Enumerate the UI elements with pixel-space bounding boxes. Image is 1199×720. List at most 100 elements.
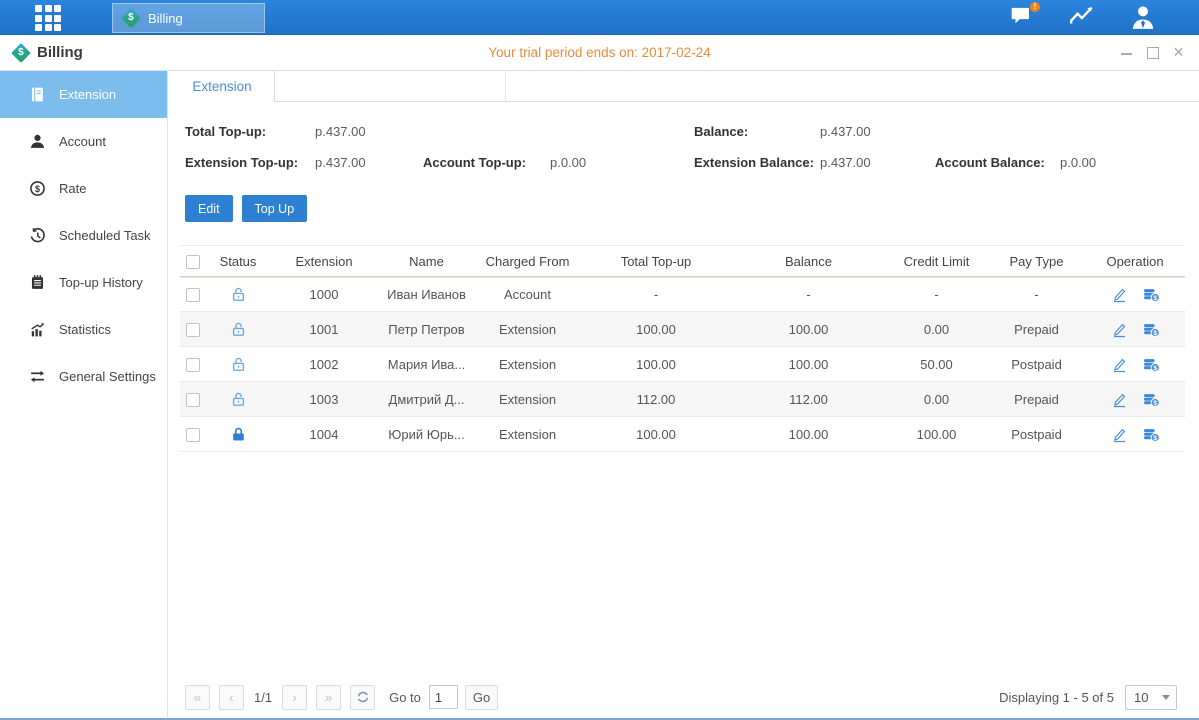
dollar-circle-icon: $ (29, 180, 46, 197)
minimize-button[interactable] (1120, 46, 1133, 59)
cell-balance: 100.00 (732, 357, 885, 372)
balance-label: Balance: (694, 121, 748, 143)
extension-topup-label: Extension Top-up: (185, 152, 298, 174)
unlocked-icon (230, 286, 247, 303)
topbar-tab-billing[interactable]: $ Billing (112, 3, 265, 33)
coins-icon: $ (1143, 391, 1160, 408)
window-titlebar: $ Billing Your trial period ends on: 201… (0, 35, 1199, 71)
unlocked-icon (230, 391, 247, 408)
edit-pencil-icon (1111, 356, 1128, 373)
topup-row-button[interactable]: $ (1143, 356, 1160, 373)
extension-topup-value: p.437.00 (315, 152, 366, 174)
table-header: Status Extension Name Charged From Total… (180, 245, 1185, 277)
account-balance-value: p.0.00 (1060, 152, 1096, 174)
sidebar-item-account[interactable]: Account (0, 118, 167, 165)
goto-label: Go to (389, 690, 421, 705)
edit-pencil-icon (1111, 321, 1128, 338)
topup-row-button[interactable]: $ (1143, 321, 1160, 338)
cell-credit-limit: 50.00 (885, 357, 988, 372)
topbar-right-icons: ! (1009, 4, 1157, 30)
cell-pay-type: Prepaid (988, 392, 1085, 407)
topup-row-button[interactable]: $ (1143, 426, 1160, 443)
notification-badge: ! (1030, 2, 1040, 12)
cell-extension: 1004 (270, 427, 378, 442)
col-credit-limit: Credit Limit (885, 254, 988, 269)
cell-pay-type: Postpaid (988, 357, 1085, 372)
edit-row-button[interactable] (1111, 321, 1128, 338)
cell-charged-from: Extension (475, 427, 580, 442)
displaying-text: Displaying 1 - 5 of 5 (999, 690, 1114, 705)
edit-row-button[interactable] (1111, 391, 1128, 408)
unlocked-icon (230, 356, 247, 373)
table-row: 1000Иван ИвановAccount----$ (180, 277, 1185, 312)
col-total-topup: Total Top-up (580, 254, 732, 269)
cell-charged-from: Extension (475, 392, 580, 407)
refresh-button[interactable] (350, 685, 375, 710)
coins-icon: $ (1143, 286, 1160, 303)
close-button[interactable]: × (1172, 46, 1185, 59)
tab-strip: Extension (168, 71, 1199, 102)
sidebar-item-rate[interactable]: $ Rate (0, 165, 167, 212)
billing-window-icon: $ (11, 43, 31, 63)
edit-row-button[interactable] (1111, 426, 1128, 443)
sidebar-item-statistics[interactable]: Statistics (0, 306, 167, 353)
row-checkbox[interactable] (186, 288, 200, 302)
maximize-button[interactable] (1146, 46, 1159, 59)
edit-button[interactable]: Edit (185, 195, 233, 222)
edit-row-button[interactable] (1111, 286, 1128, 303)
total-topup-value: p.437.00 (315, 121, 366, 143)
sidebar-item-topup-history[interactable]: Top-up History (0, 259, 167, 306)
svg-text:$: $ (1153, 329, 1157, 336)
coins-icon: $ (1143, 356, 1160, 373)
goto-page-input[interactable] (429, 685, 458, 709)
app-launcher-icon[interactable] (35, 5, 61, 31)
row-checkbox[interactable] (186, 358, 200, 372)
go-button[interactable]: Go (465, 685, 498, 710)
prev-page-button[interactable]: ‹ (219, 685, 244, 710)
next-page-button[interactable]: › (282, 685, 307, 710)
topbar-tab-label: Billing (148, 11, 183, 26)
sidebar-item-label: General Settings (59, 369, 156, 384)
edit-row-button[interactable] (1111, 356, 1128, 373)
cell-pay-type: Prepaid (988, 322, 1085, 337)
col-operation: Operation (1085, 254, 1185, 269)
row-checkbox[interactable] (186, 323, 200, 337)
cell-credit-limit: 100.00 (885, 427, 988, 442)
page-indicator: 1/1 (254, 690, 272, 705)
row-checkbox[interactable] (186, 428, 200, 442)
sidebar: Extension Account $ Rate Scheduled Task (0, 71, 168, 718)
sidebar-item-general-settings[interactable]: General Settings (0, 353, 167, 400)
resource-monitor-icon[interactable] (1069, 4, 1097, 30)
tab-extension[interactable]: Extension (170, 71, 275, 102)
sidebar-item-label: Extension (59, 87, 116, 102)
row-checkbox[interactable] (186, 393, 200, 407)
first-page-button[interactable]: « (185, 685, 210, 710)
transfer-arrows-icon (29, 368, 46, 385)
topup-row-button[interactable]: $ (1143, 286, 1160, 303)
select-all-checkbox[interactable] (186, 255, 200, 269)
topup-button[interactable]: Top Up (242, 195, 308, 222)
balance-value: p.437.00 (820, 121, 871, 143)
last-page-button[interactable]: » (316, 685, 341, 710)
user-menu-icon[interactable] (1129, 4, 1157, 30)
cell-total-topup: - (580, 287, 732, 302)
bar-chart-icon (29, 321, 46, 338)
col-status: Status (206, 254, 270, 269)
coins-icon: $ (1143, 426, 1160, 443)
page-size-select[interactable]: 10 (1125, 685, 1177, 710)
cell-balance: - (732, 287, 885, 302)
extension-balance-value: p.437.00 (820, 152, 871, 174)
account-topup-label: Account Top-up: (423, 152, 526, 174)
locked-icon (230, 426, 247, 443)
topup-row-button[interactable]: $ (1143, 391, 1160, 408)
svg-text:$: $ (1153, 364, 1157, 371)
cell-balance: 112.00 (732, 392, 885, 407)
sidebar-item-scheduled-task[interactable]: Scheduled Task (0, 212, 167, 259)
col-pay-type: Pay Type (988, 254, 1085, 269)
svg-text:$: $ (35, 184, 40, 194)
account-balance-label: Account Balance: (935, 152, 1045, 174)
cell-extension: 1002 (270, 357, 378, 372)
sidebar-item-extension[interactable]: Extension (0, 71, 167, 118)
notifications-icon[interactable]: ! (1009, 4, 1037, 30)
total-topup-label: Total Top-up: (185, 121, 266, 143)
